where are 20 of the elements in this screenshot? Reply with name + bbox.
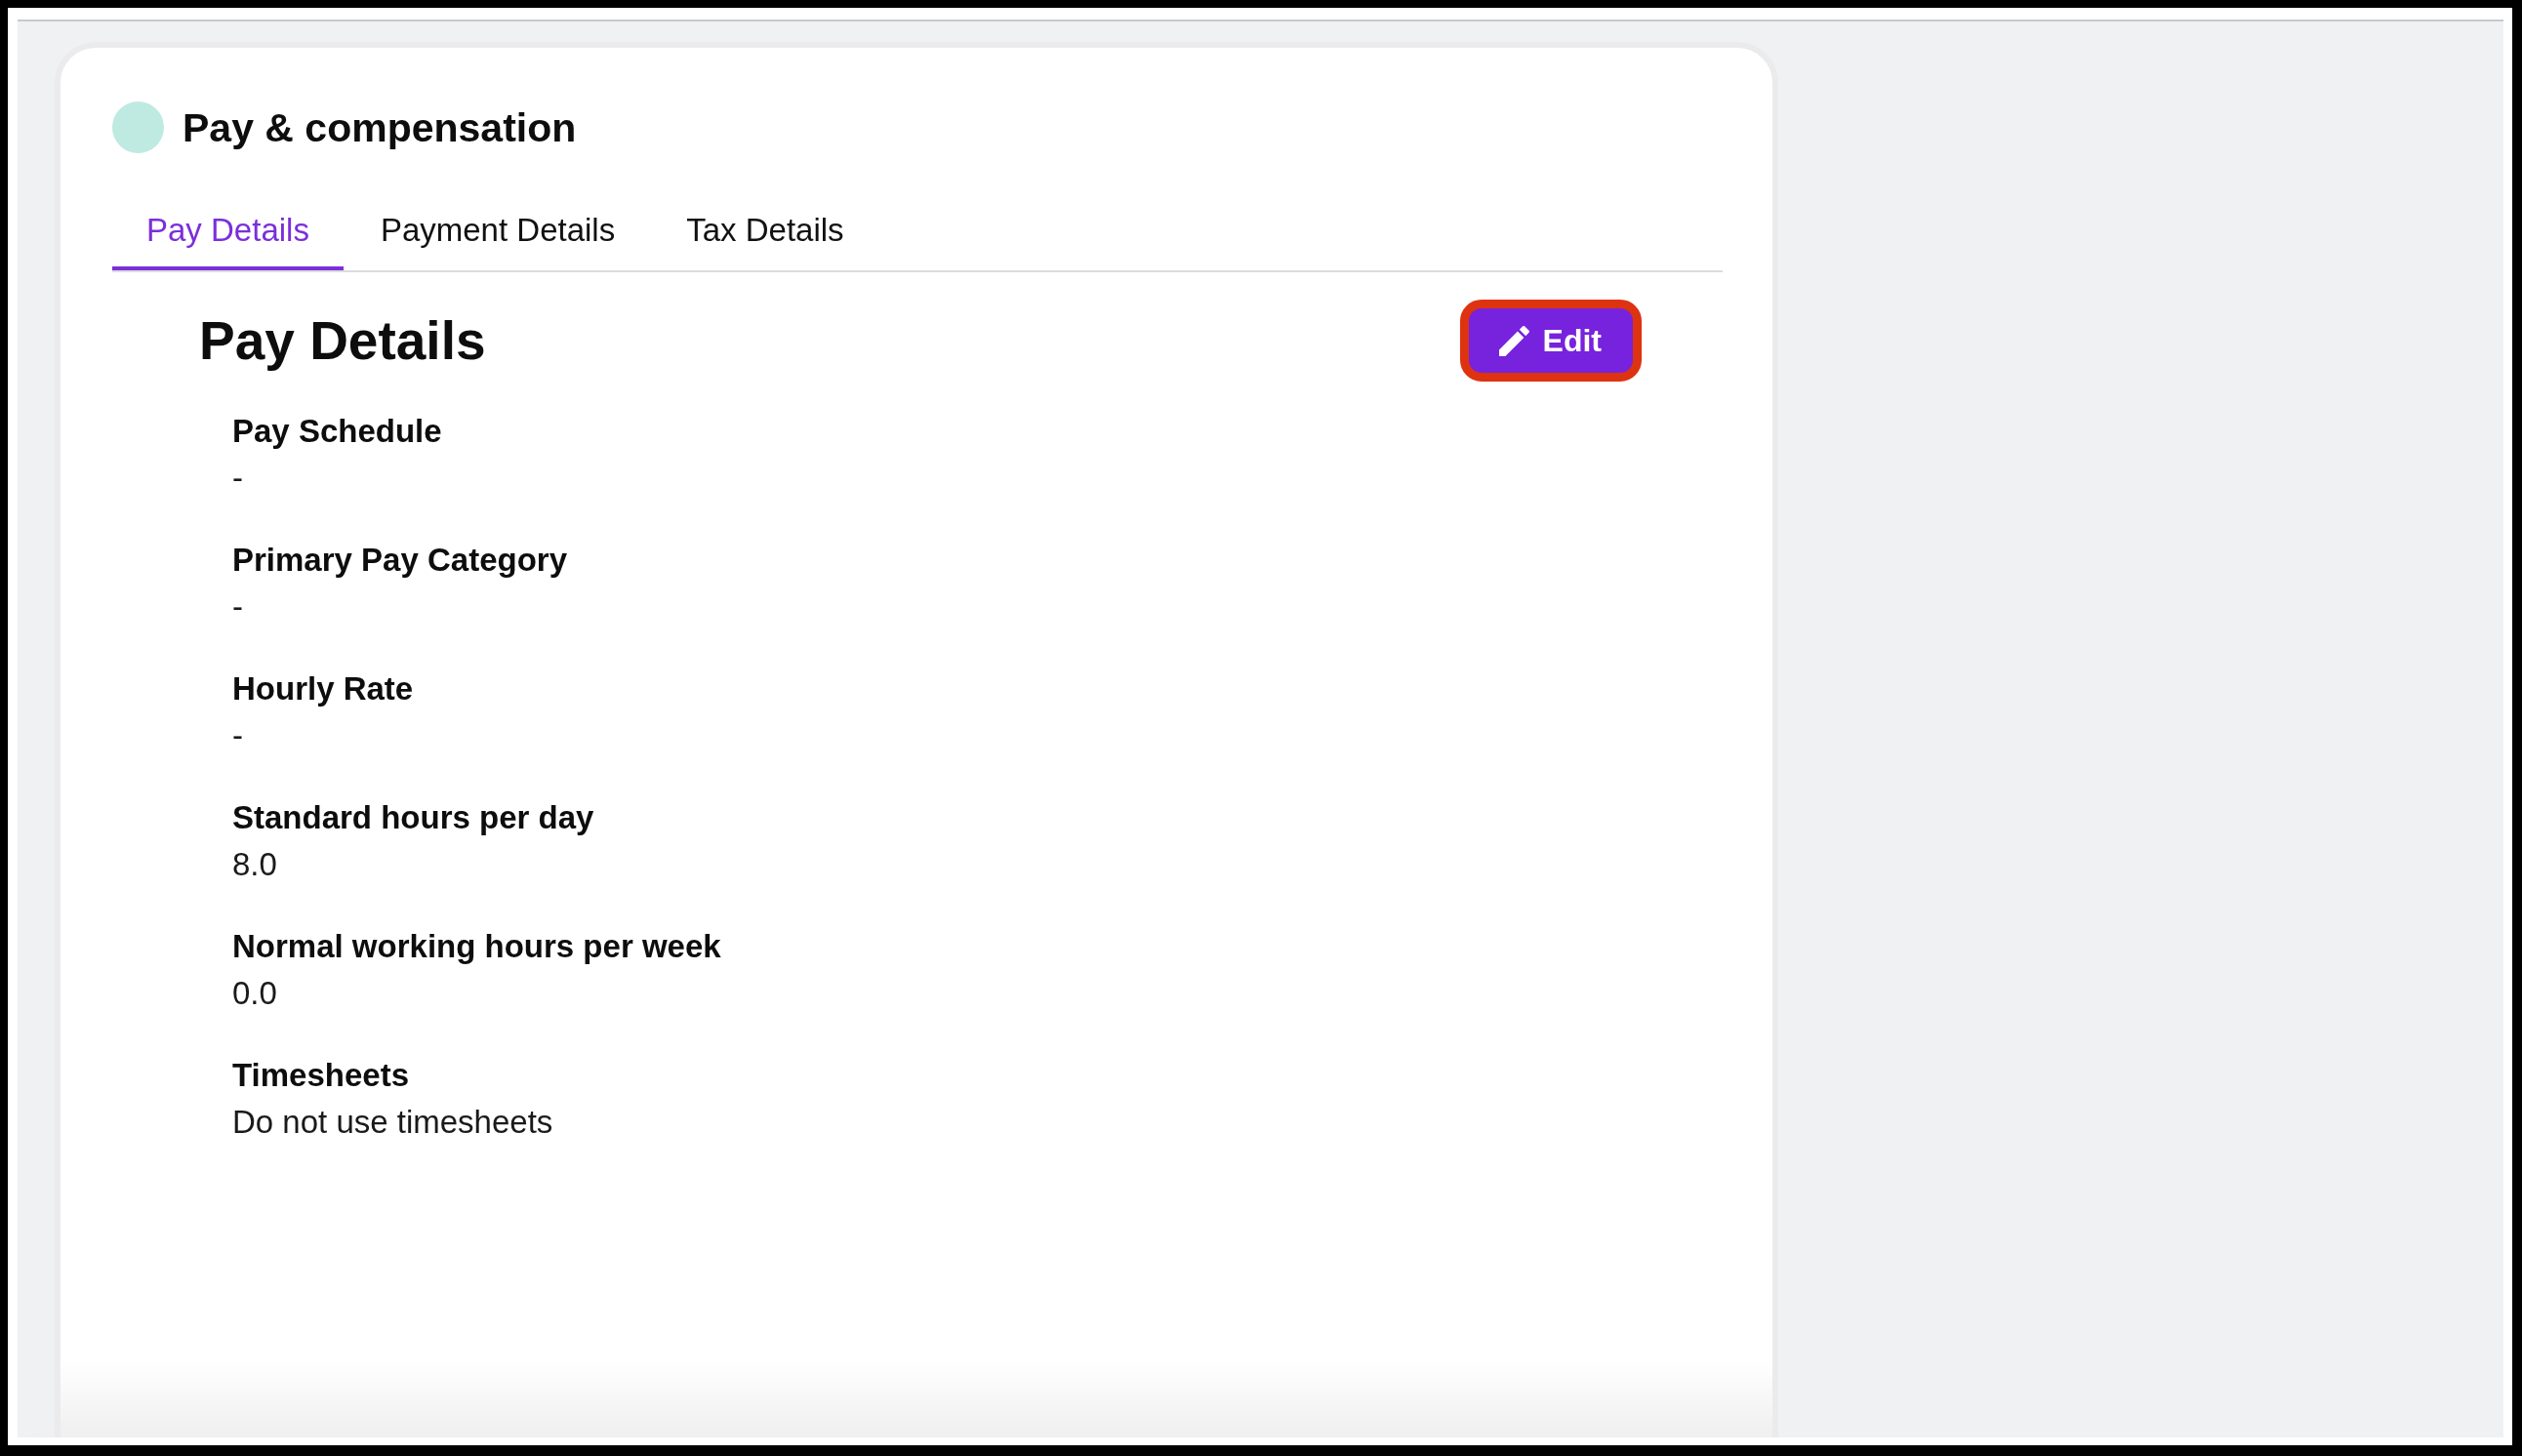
field-value: 8.0 bbox=[232, 845, 277, 884]
field-label: Pay Schedule bbox=[232, 412, 442, 451]
field-value: - bbox=[232, 716, 243, 755]
field-label: Timesheets bbox=[232, 1056, 409, 1095]
edit-button[interactable]: Edit bbox=[1459, 300, 1642, 382]
section-title: Pay & compensation bbox=[183, 103, 577, 152]
field-value: Do not use timesheets bbox=[232, 1103, 553, 1142]
field-label: Hourly Rate bbox=[232, 669, 414, 708]
details-heading: Pay Details bbox=[199, 309, 486, 372]
field-value: 0.0 bbox=[232, 974, 277, 1013]
tab[interactable]: Payment Details bbox=[346, 192, 650, 270]
field-value: - bbox=[232, 459, 243, 498]
tab[interactable]: Tax Details bbox=[652, 192, 878, 270]
field-value: - bbox=[232, 587, 243, 627]
circle-icon bbox=[112, 101, 164, 153]
field-label: Primary Pay Category bbox=[232, 541, 567, 580]
pencil-icon bbox=[1498, 325, 1529, 356]
field-label: Standard hours per day bbox=[232, 798, 594, 837]
tab[interactable]: Pay Details bbox=[112, 192, 344, 270]
field-label: Normal working hours per week bbox=[232, 927, 721, 966]
